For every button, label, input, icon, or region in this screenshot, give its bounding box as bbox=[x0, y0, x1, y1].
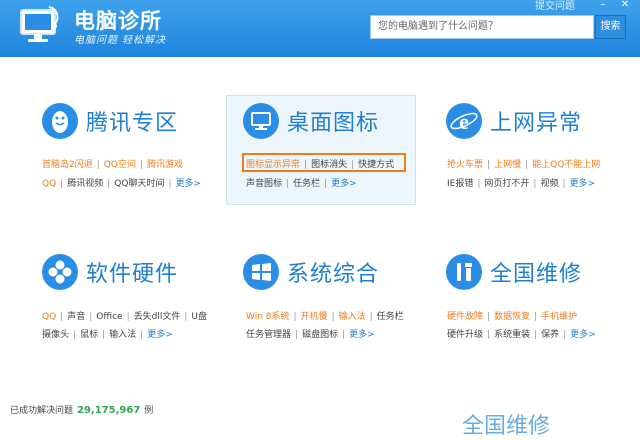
category-tencent-links-row1: 首脑岛2闪退 | QQ空间 | 腾讯游戏 bbox=[42, 160, 184, 170]
link-item[interactable]: 腾讯视频 bbox=[67, 179, 103, 189]
link-item[interactable]: 任务管理器 bbox=[246, 330, 291, 340]
windows-icon bbox=[243, 254, 279, 290]
search-input[interactable]: 您的电脑遇到了什么问题？ bbox=[370, 15, 594, 39]
link-item[interactable]: 快捷方式 bbox=[358, 160, 394, 170]
status-bar: 已成功解决问题 29,175,967 例 bbox=[10, 403, 153, 416]
minimize-button[interactable]: – bbox=[596, 0, 610, 10]
software-hardware-icon bbox=[42, 254, 78, 290]
app-subtitle: 电脑问题 轻松解决 bbox=[74, 35, 167, 46]
link-item[interactable]: 手机维护 bbox=[541, 312, 577, 322]
category-system-links-row1: Win 8系统 | 开机慢 | 输入法 | 任务栏 bbox=[246, 312, 404, 322]
link-item[interactable]: 任务栏 bbox=[293, 179, 320, 189]
category-repair-links-row1: 硬件故障 | 数据恢复 | 手机维护 bbox=[447, 312, 578, 322]
category-software-links-row1: QQ | 声音 | Office | 丢失dll文件 | U盘 bbox=[42, 312, 207, 322]
link-item[interactable]: 硬件升级 bbox=[447, 330, 483, 340]
link-item[interactable]: IE报错 bbox=[447, 179, 473, 189]
link-item[interactable]: QQ空间 bbox=[104, 160, 136, 170]
app-header: 电脑诊所 电脑问题 轻松解决 提交问题 – ✕ 您的电脑遇到了什么问题？ 搜索 bbox=[0, 0, 640, 57]
repair-tools-icon bbox=[446, 254, 482, 290]
link-item[interactable]: 图标显示异常 bbox=[246, 160, 300, 170]
status-suffix: 例 bbox=[144, 406, 154, 416]
link-item[interactable]: 数据恢复 bbox=[494, 312, 530, 322]
category-desktop-links-row1: 图标显示异常 | 图标消失 | 快捷方式 bbox=[246, 160, 395, 170]
link-item[interactable]: 输入法 bbox=[339, 312, 366, 322]
more-link[interactable]: 更多> bbox=[349, 330, 375, 340]
more-link[interactable]: 更多> bbox=[147, 330, 173, 340]
link-item[interactable]: 摄像头 bbox=[42, 330, 69, 340]
link-item[interactable]: U盘 bbox=[191, 312, 207, 322]
link-item[interactable]: 声音 bbox=[67, 312, 85, 322]
link-item[interactable]: 图标消失 bbox=[311, 160, 347, 170]
category-repair-links-row2: 硬件升级 | 系统重装 | 保养 | 更多> bbox=[447, 330, 596, 340]
link-item[interactable]: 腾讯游戏 bbox=[147, 160, 183, 170]
link-item[interactable]: 丢失dll文件 bbox=[134, 312, 181, 322]
link-item[interactable]: Office bbox=[96, 312, 122, 322]
svg-text:e: e bbox=[459, 109, 469, 134]
link-item[interactable]: 任务栏 bbox=[377, 312, 404, 322]
status-prefix: 已成功解决问题 bbox=[10, 406, 74, 416]
link-item[interactable]: 开机慢 bbox=[301, 312, 328, 322]
category-title: 软件硬件 bbox=[86, 262, 179, 287]
more-link[interactable]: 更多> bbox=[331, 179, 357, 189]
more-link[interactable]: 更多> bbox=[570, 179, 596, 189]
link-item[interactable]: 输入法 bbox=[109, 330, 136, 340]
category-title: 系统综合 bbox=[287, 262, 380, 287]
link-item[interactable]: 鼠标 bbox=[80, 330, 98, 340]
link-item[interactable]: 首脑岛2闪退 bbox=[42, 160, 93, 170]
solved-count: 29,175,967 bbox=[77, 405, 141, 416]
close-button[interactable]: ✕ bbox=[618, 0, 632, 10]
category-title: 上网异常 bbox=[490, 111, 583, 136]
link-item[interactable]: 视频 bbox=[540, 179, 558, 189]
link-item[interactable]: 能上QQ不能上网 bbox=[532, 160, 600, 170]
category-title: 全国维修 bbox=[490, 262, 583, 287]
category-tencent-links-row2: QQ | 腾讯视频 | QQ聊天时间 | 更多> bbox=[42, 179, 202, 189]
more-link[interactable]: 更多> bbox=[570, 330, 596, 340]
category-software-links-row2: 摄像头 | 鼠标 | 输入法 | 更多> bbox=[42, 330, 173, 340]
monitor-icon bbox=[243, 103, 279, 139]
link-item[interactable]: Win 8系统 bbox=[246, 312, 290, 322]
link-item[interactable]: 保养 bbox=[541, 330, 559, 340]
link-item[interactable]: QQ bbox=[42, 312, 56, 322]
link-item[interactable]: 磁盘图标 bbox=[302, 330, 338, 340]
link-item[interactable]: QQ聊天时间 bbox=[114, 179, 164, 189]
ghost-hover-title: 全国维修 bbox=[462, 414, 551, 439]
submit-question-link[interactable]: 提交问题 bbox=[535, 0, 575, 12]
app-logo-icon bbox=[18, 5, 62, 45]
category-internet-links-row2: IE报错 | 网页打不开 | 视频 | 更多> bbox=[447, 179, 596, 189]
more-link[interactable]: 更多> bbox=[176, 179, 202, 189]
category-title: 桌面图标 bbox=[287, 111, 380, 136]
search-button[interactable]: 搜索 bbox=[595, 15, 626, 39]
link-item[interactable]: QQ bbox=[42, 179, 56, 189]
link-item[interactable]: 声音图标 bbox=[246, 179, 282, 189]
penguin-icon bbox=[42, 103, 78, 139]
link-item[interactable]: 抢火车票 bbox=[447, 160, 483, 170]
link-item[interactable]: 上网慢 bbox=[494, 160, 521, 170]
category-internet-links-row1: 抢火车票 | 上网慢 | 能上QQ不能上网 bbox=[447, 160, 601, 170]
link-item[interactable]: 系统重装 bbox=[494, 330, 530, 340]
category-desktop-links-row2: 声音图标 | 任务栏 | 更多> bbox=[246, 179, 357, 189]
link-item[interactable]: 网页打不开 bbox=[484, 179, 529, 189]
category-system-links-row2: 任务管理器 | 磁盘图标 | 更多> bbox=[246, 330, 375, 340]
category-title: 腾讯专区 bbox=[86, 111, 179, 136]
link-item[interactable]: 硬件故障 bbox=[447, 312, 483, 322]
ie-icon: e bbox=[446, 103, 482, 139]
